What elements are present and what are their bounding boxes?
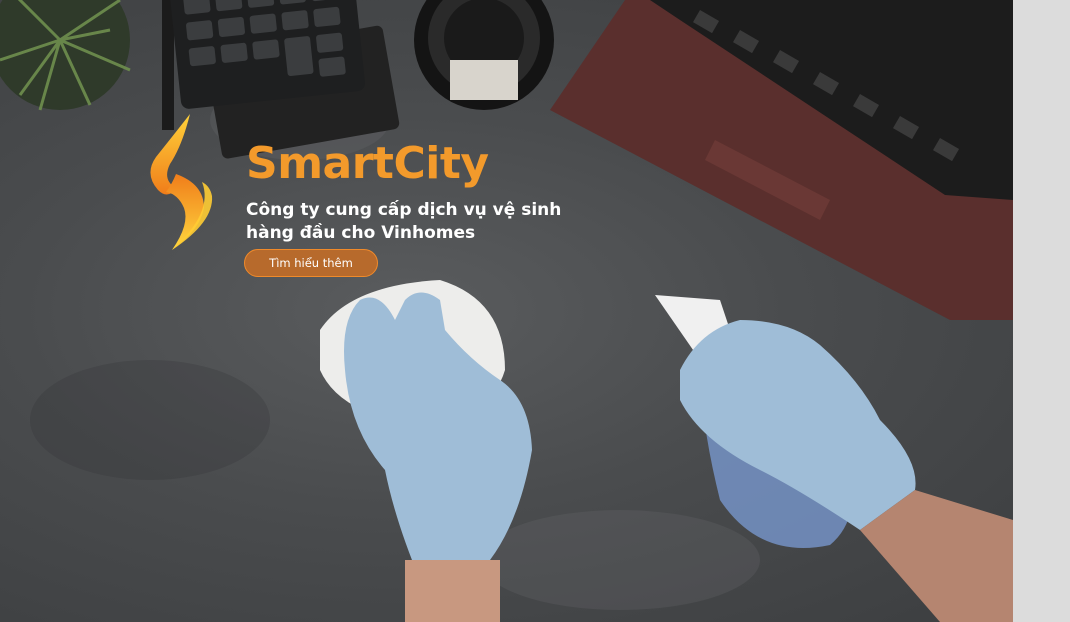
laptop-icon (550, 0, 1013, 320)
hero-background-image (0, 0, 1013, 622)
tagline-line-1: Công ty cung cấp dịch vụ vệ sinh (246, 200, 562, 220)
page-side-gutter (1013, 0, 1070, 622)
learn-more-button[interactable]: Tìm hiểu thêm (244, 249, 378, 277)
flame-s-logo-icon (150, 114, 213, 250)
plant-icon (0, 0, 131, 111)
brand-title: SmartCity (246, 138, 489, 189)
pen-icon (162, 0, 174, 130)
brand-tagline: Công ty cung cấp dịch vụ vệ sinh hàng đầ… (246, 199, 586, 245)
coffee-cup-icon (414, 0, 554, 110)
tagline-line-2: hàng đầu cho Vinhomes (246, 223, 476, 243)
hero-section: SmartCity Công ty cung cấp dịch vụ vệ si… (0, 0, 1013, 622)
calculator-icon (168, 0, 365, 109)
